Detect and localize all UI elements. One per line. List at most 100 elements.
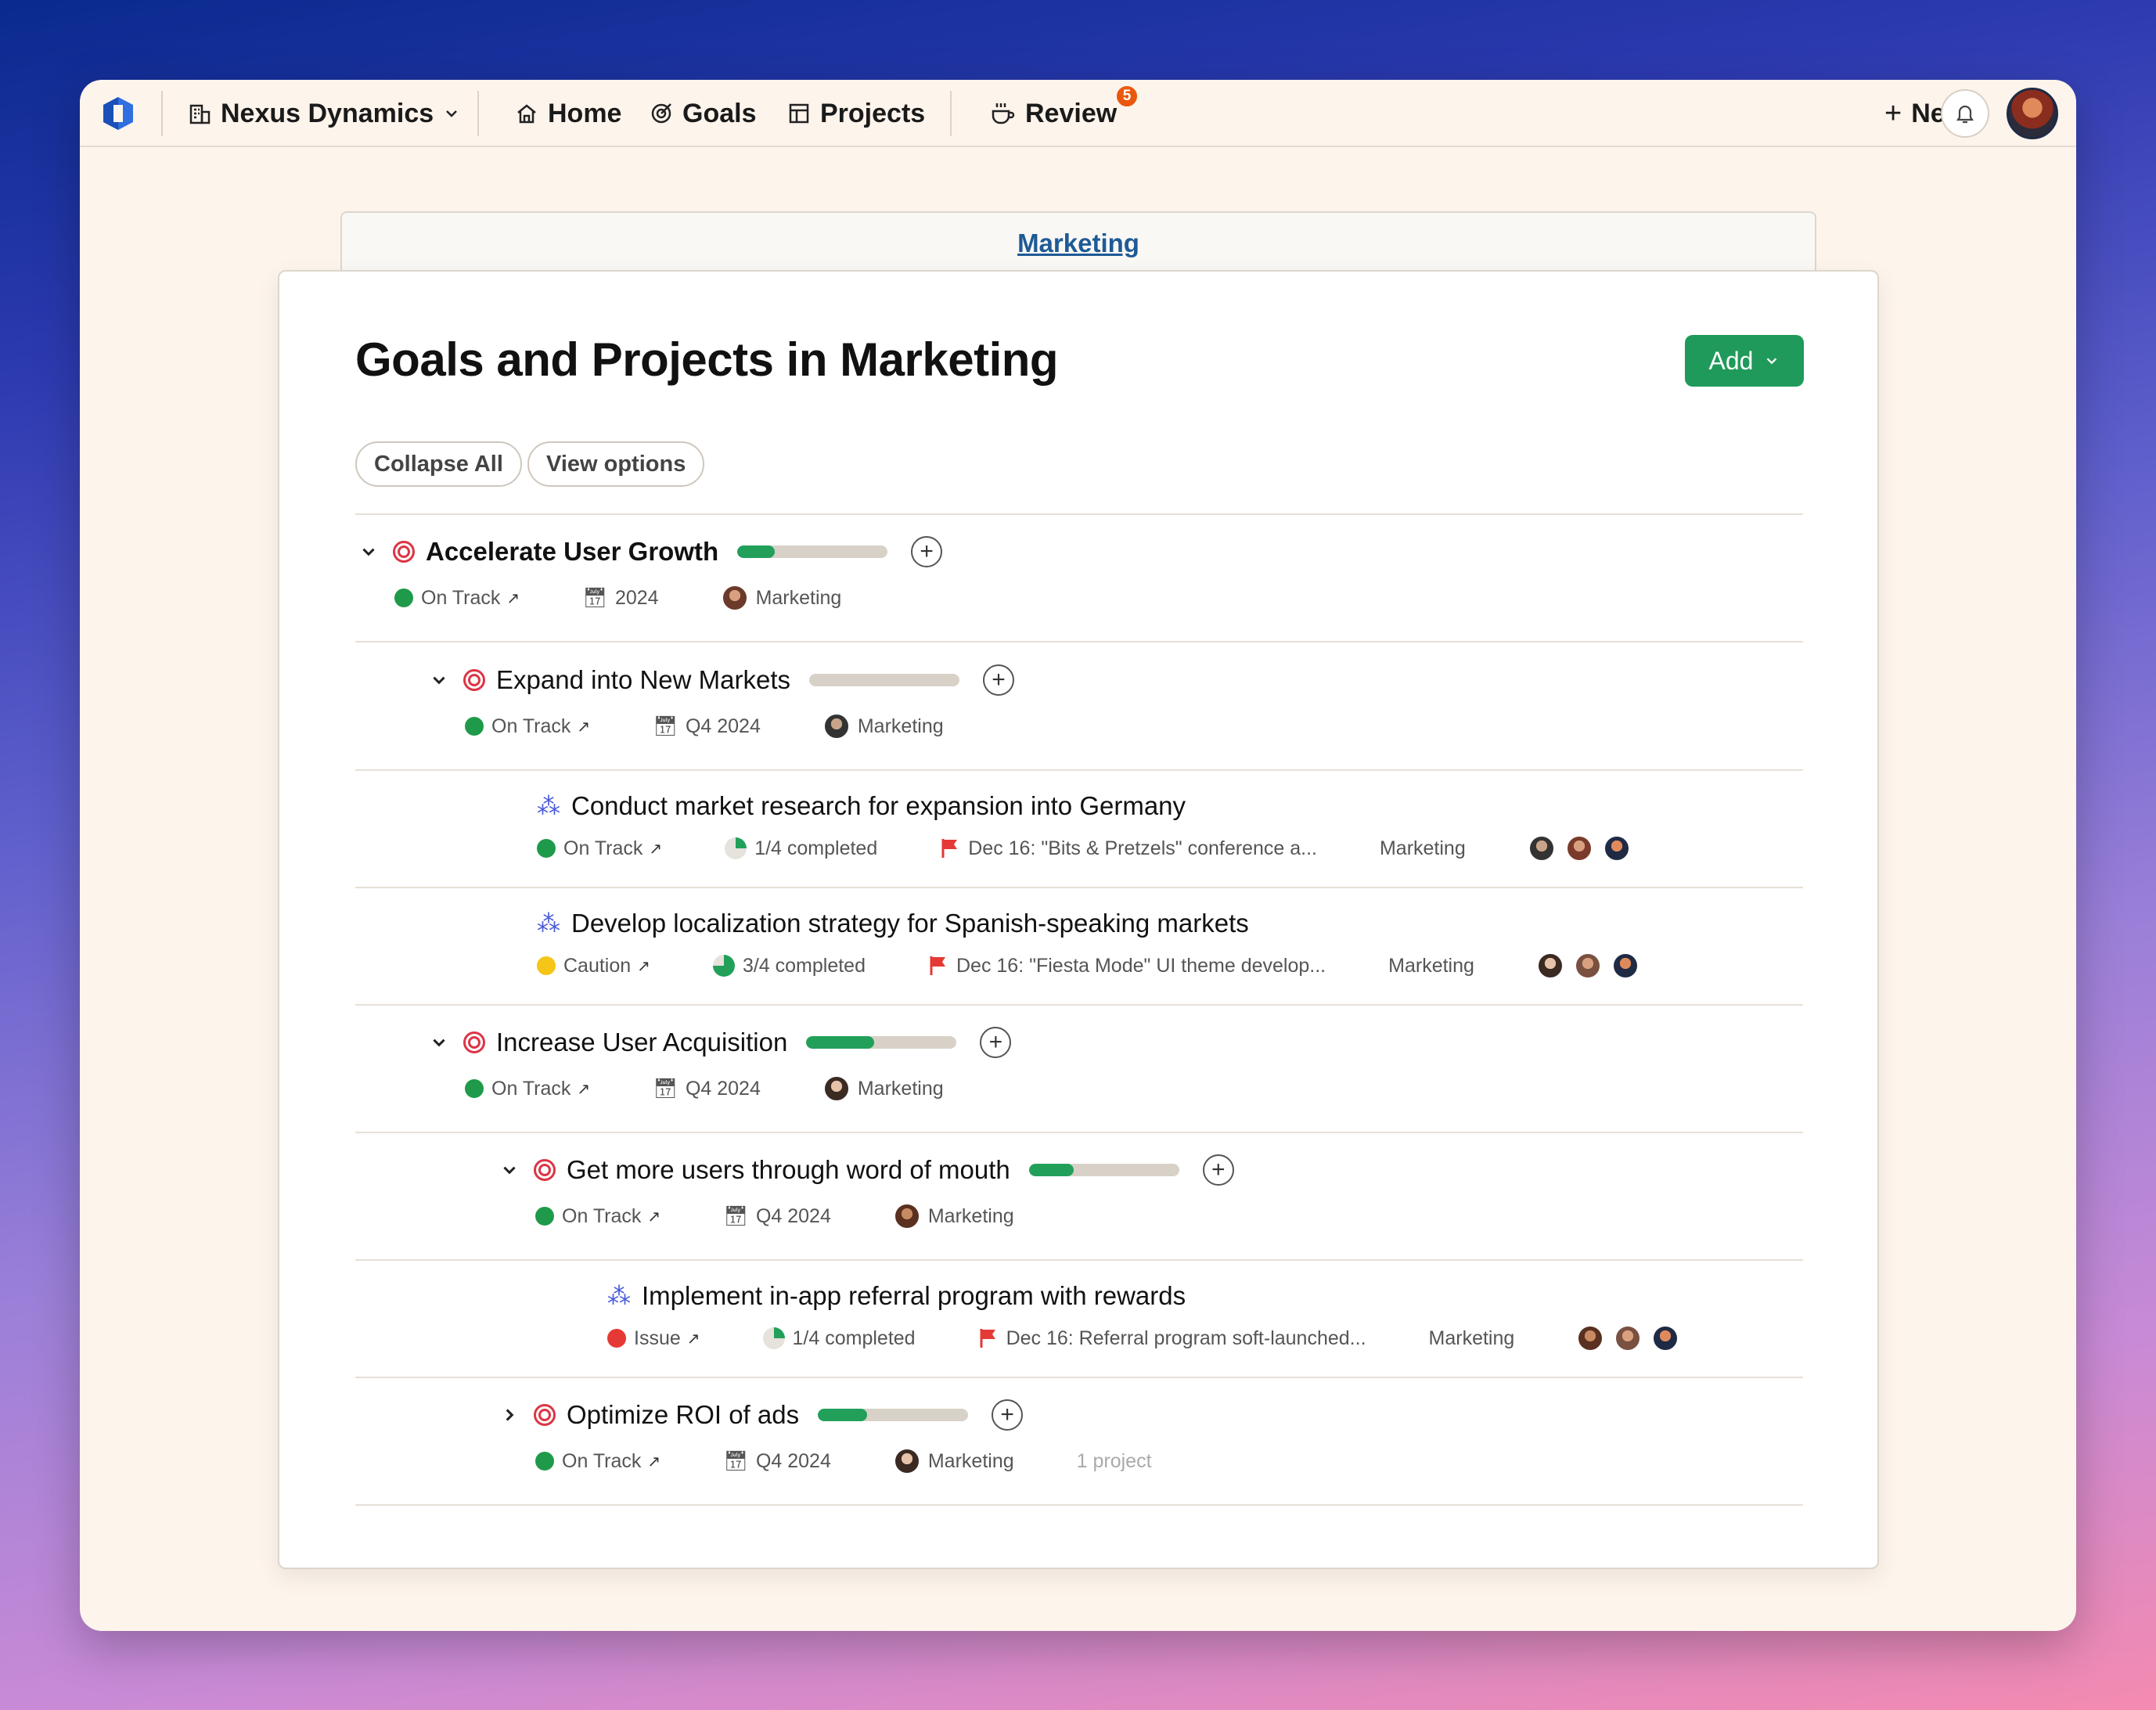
status-label[interactable]: On Track xyxy=(491,715,570,738)
external-arrow-icon: ↗ xyxy=(647,1453,661,1471)
add-subitem-button[interactable]: + xyxy=(980,1027,1012,1058)
target-icon xyxy=(651,103,671,124)
goal-title[interactable]: Optimize ROI of ads xyxy=(567,1400,799,1430)
owner-avatar[interactable] xyxy=(893,1448,920,1474)
status-label[interactable]: On Track xyxy=(421,587,500,610)
contributor-avatar[interactable] xyxy=(1528,835,1555,862)
goal-title[interactable]: Get more users through word of mouth xyxy=(567,1155,1010,1185)
notifications-button[interactable] xyxy=(1941,89,1989,138)
project-row[interactable]: ⁂ Develop localization strategy for Span… xyxy=(537,909,1249,938)
status-label[interactable]: On Track xyxy=(562,1450,641,1473)
milestone-label[interactable]: Dec 16: Referral program soft-launched..… xyxy=(1006,1327,1366,1350)
chevron-down-icon[interactable] xyxy=(355,538,382,565)
goal-row[interactable]: Get more users through word of mouth + xyxy=(496,1154,1234,1186)
contributors xyxy=(1536,952,1639,979)
project-count[interactable]: 1 project xyxy=(1077,1450,1152,1473)
goal-progress-bar xyxy=(737,545,888,558)
status-label[interactable]: On Track xyxy=(563,837,642,860)
nav-home[interactable]: Home xyxy=(515,80,621,147)
owner-avatar[interactable] xyxy=(721,585,748,611)
nav-divider xyxy=(477,91,479,136)
divider xyxy=(355,1259,1803,1261)
milestone-label[interactable]: Dec 16: "Bits & Pretzels" conference a..… xyxy=(968,837,1317,860)
status-label[interactable]: Caution xyxy=(563,955,631,977)
nav-projects[interactable]: Projects xyxy=(787,80,925,147)
team-label[interactable]: Marketing xyxy=(1429,1327,1515,1350)
team-label[interactable]: Marketing xyxy=(858,1078,944,1100)
goal-row[interactable]: Accelerate User Growth + xyxy=(355,536,943,567)
chevron-down-icon xyxy=(446,110,458,117)
flag-icon xyxy=(930,956,945,975)
team-label[interactable]: Marketing xyxy=(1380,837,1466,860)
goal-meta: On Track ↗ 📅︎ Q4 2024 Marketing xyxy=(465,713,944,740)
status-dot xyxy=(535,1207,554,1226)
external-arrow-icon: ↗ xyxy=(577,1080,591,1098)
calendar-icon: 📅︎ xyxy=(653,1077,678,1100)
org-switcher[interactable]: Nexus Dynamics xyxy=(188,80,460,147)
contributor-avatar[interactable] xyxy=(1565,835,1593,862)
plus-icon: + xyxy=(1884,96,1902,130)
project-title[interactable]: Implement in-app referral program with r… xyxy=(642,1281,1186,1311)
add-button[interactable]: Add xyxy=(1685,335,1804,387)
flag-icon xyxy=(980,1329,995,1348)
add-subitem-button[interactable]: + xyxy=(911,536,943,567)
calendar-icon: 📅︎ xyxy=(582,586,607,609)
nav-goals[interactable]: Goals xyxy=(650,80,756,147)
add-subitem-button[interactable]: + xyxy=(1202,1154,1234,1186)
add-subitem-button[interactable]: + xyxy=(983,664,1015,696)
milestone-label[interactable]: Dec 16: "Fiesta Mode" UI theme develop..… xyxy=(956,955,1326,977)
chevron-down-icon[interactable] xyxy=(426,667,452,693)
status-label[interactable]: Issue xyxy=(634,1327,681,1350)
goal-period: Q4 2024 xyxy=(755,1449,831,1472)
flag-icon xyxy=(941,839,958,858)
goal-title[interactable]: Increase User Acquisition xyxy=(496,1028,787,1057)
contributors xyxy=(1528,835,1630,862)
goal-row[interactable]: Optimize ROI of ads + xyxy=(496,1399,1024,1431)
team-label[interactable]: Marketing xyxy=(928,1205,1014,1228)
divider xyxy=(355,641,1803,643)
contributor-avatar[interactable] xyxy=(1611,952,1639,979)
goal-title[interactable]: Accelerate User Growth xyxy=(426,537,718,567)
team-label[interactable]: Marketing xyxy=(1388,955,1474,977)
owner-avatar[interactable] xyxy=(822,713,850,740)
owner-avatar[interactable] xyxy=(893,1203,920,1229)
collapse-all-button[interactable]: Collapse All xyxy=(355,441,522,487)
goal-meta: On Track ↗ 📅︎ Q4 2024 Marketing 1 project xyxy=(535,1448,1152,1474)
owner-avatar[interactable] xyxy=(822,1075,850,1102)
nav-review-label: Review xyxy=(1025,98,1118,128)
contributor-avatar[interactable] xyxy=(1536,952,1564,979)
goal-meta: On Track ↗ 📅︎ Q4 2024 Marketing xyxy=(465,1075,944,1102)
status-label[interactable]: On Track xyxy=(562,1205,641,1228)
top-nav-bar: Nexus Dynamics Home Goals Projects Revie… xyxy=(80,80,2076,147)
view-options-button[interactable]: View options xyxy=(527,441,705,487)
team-label[interactable]: Marketing xyxy=(928,1450,1014,1473)
nav-review[interactable]: Review xyxy=(989,80,1117,147)
app-logo-icon[interactable] xyxy=(100,95,136,131)
chevron-down-icon[interactable] xyxy=(426,1029,452,1056)
user-avatar[interactable] xyxy=(2007,88,2058,139)
external-arrow-icon: ↗ xyxy=(649,840,663,858)
project-row[interactable]: ⁂ Conduct market research for expansion … xyxy=(537,791,1186,821)
divider xyxy=(355,1377,1803,1378)
goal-title[interactable]: Expand into New Markets xyxy=(496,665,790,695)
contributor-avatar[interactable] xyxy=(1614,1325,1642,1352)
project-row[interactable]: ⁂ Implement in-app referral program with… xyxy=(607,1281,1186,1311)
contributor-avatar[interactable] xyxy=(1574,952,1601,979)
nav-divider xyxy=(161,91,163,136)
contributor-avatar[interactable] xyxy=(1652,1325,1679,1352)
contributor-avatar[interactable] xyxy=(1577,1325,1604,1352)
team-label[interactable]: Marketing xyxy=(858,715,944,738)
chevron-down-icon[interactable] xyxy=(496,1157,523,1183)
chevron-right-icon[interactable] xyxy=(496,1402,523,1428)
contributor-avatar[interactable] xyxy=(1603,835,1630,862)
external-arrow-icon: ↗ xyxy=(686,1330,700,1348)
team-label[interactable]: Marketing xyxy=(756,587,842,610)
status-dot xyxy=(465,1079,484,1098)
add-subitem-button[interactable]: + xyxy=(992,1399,1024,1431)
project-title[interactable]: Develop localization strategy for Spanis… xyxy=(571,909,1249,938)
goal-row[interactable]: Expand into New Markets + xyxy=(426,664,1015,696)
project-title[interactable]: Conduct market research for expansion in… xyxy=(571,791,1186,821)
status-label[interactable]: On Track xyxy=(491,1078,570,1100)
goal-progress-bar xyxy=(806,1036,957,1049)
goal-row[interactable]: Increase User Acquisition + xyxy=(426,1027,1012,1058)
